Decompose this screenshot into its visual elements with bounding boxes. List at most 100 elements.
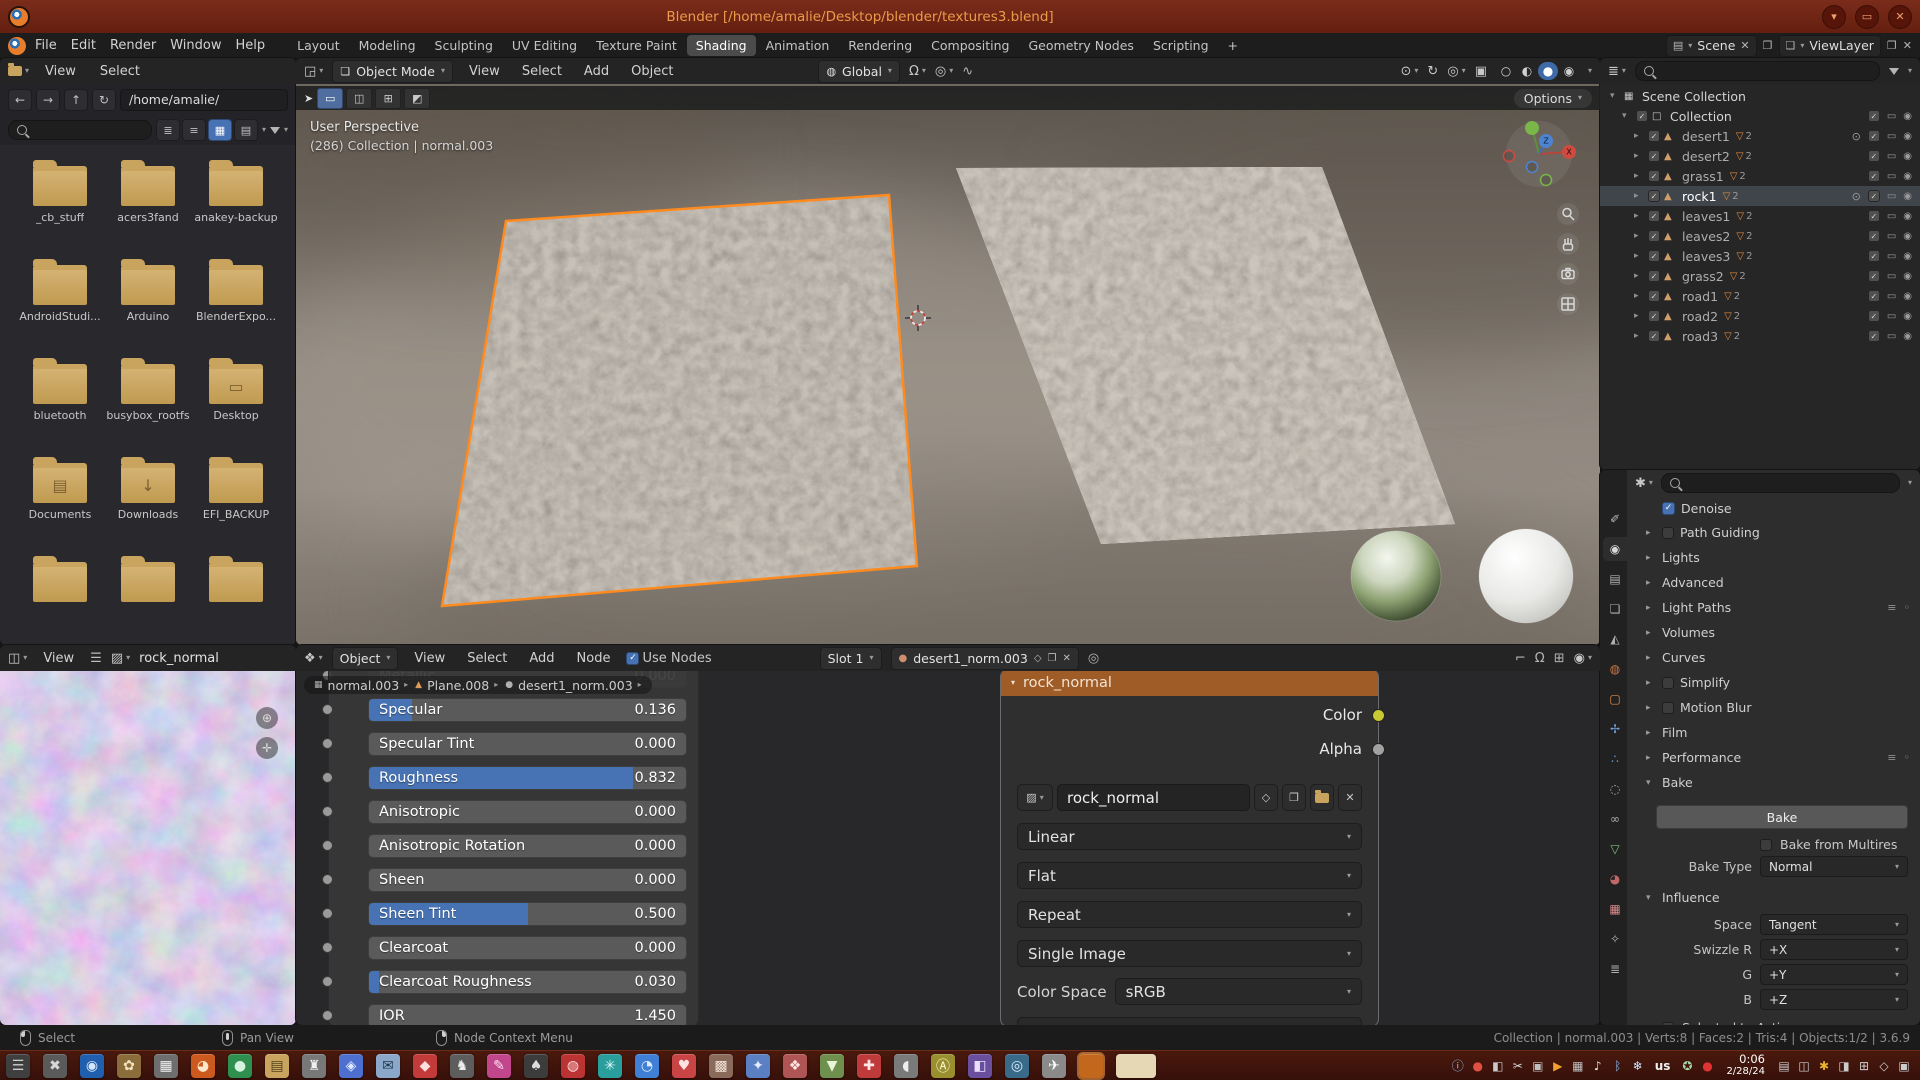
node-dropdown[interactable]: Flat▾ [1017, 862, 1362, 889]
alpha-output-socket[interactable] [1372, 743, 1385, 756]
workspace-tab[interactable]: + [1219, 35, 1247, 56]
nav-button[interactable]: ↻ [92, 89, 116, 111]
node-dropdown[interactable]: Repeat▾ [1017, 901, 1362, 928]
taskbar-app-icon[interactable]: ♠ [524, 1054, 548, 1078]
taskbar-app-icon[interactable]: ◕ [191, 1054, 215, 1078]
menu-item[interactable]: Render [103, 36, 163, 55]
clock[interactable]: 0:06 2/28/24 [1720, 1053, 1771, 1078]
expand-icon[interactable]: ▸ [1634, 171, 1648, 181]
shading-mode-button[interactable]: ◐ [1517, 62, 1537, 80]
tray-icon[interactable]: ● [1468, 1054, 1488, 1078]
bake-multires-checkbox[interactable] [1760, 839, 1772, 851]
properties-tab[interactable]: ∞ [1603, 807, 1627, 831]
properties-section[interactable]: ▸ Lights ≡◦ [1630, 545, 1920, 570]
taskbar-app-icon[interactable]: ◍ [561, 1054, 585, 1078]
menu-item[interactable]: Add [577, 62, 616, 81]
properties-tab[interactable]: ∴ [1603, 747, 1627, 771]
image-browse-button[interactable]: ▨▾ [111, 651, 130, 666]
tray-icon[interactable]: ᛒ [1608, 1054, 1628, 1078]
tray-icon[interactable]: ▣ [1528, 1054, 1548, 1078]
render-disable-icon[interactable]: ◉ [1903, 291, 1912, 302]
menu-item[interactable]: Object [624, 62, 680, 81]
swizzle-dropdown[interactable]: +Z▾ [1760, 989, 1908, 1010]
viewlayer-selector[interactable]: ❏▾ ViewLayer [1779, 35, 1881, 57]
node-input-socket[interactable] [322, 772, 333, 783]
taskbar-app-icon[interactable]: ◎ [1005, 1054, 1029, 1078]
collection-checkbox[interactable]: ✓ [1636, 110, 1648, 122]
outliner-object-row[interactable]: ▸ ✓ ▲ road1 ▽ 2 ⊙ ✓ ▭ ◉ [1600, 286, 1920, 306]
select-checkbox[interactable]: ✓ [1868, 230, 1880, 242]
viewport-disable-icon[interactable]: ▭ [1887, 251, 1896, 262]
folder-item[interactable]: ↓ Downloads [104, 453, 192, 552]
bake-button[interactable]: Bake [1656, 805, 1908, 829]
extras-icon[interactable]: ◦ [1904, 601, 1911, 614]
taskbar-app-icon[interactable]: ▼ [820, 1054, 844, 1078]
normal-map-image[interactable] [0, 671, 296, 1025]
outliner-search-input[interactable] [1635, 61, 1880, 81]
render-disable-icon[interactable]: ◉ [1903, 191, 1912, 202]
image-name-field[interactable]: rock_normal [1057, 784, 1250, 811]
display-mode-button[interactable]: ≣ [156, 119, 180, 141]
node-input-socket[interactable] [322, 738, 333, 749]
section-checkbox[interactable] [1662, 527, 1674, 539]
tray-icon[interactable]: ✪ [1677, 1054, 1697, 1078]
node-header[interactable]: ▾ rock_normal [1001, 670, 1378, 696]
folder-item[interactable]: EFI_BACKUP [192, 453, 280, 552]
tray-icon[interactable]: ✱ [1814, 1054, 1834, 1078]
tray-icon[interactable]: ▶ [1548, 1054, 1568, 1078]
outliner-object-row[interactable]: ▸ ✓ ▲ leaves3 ▽ 2 ⊙ ✓ ▭ ◉ [1600, 246, 1920, 266]
swizzle-dropdown[interactable]: +Y▾ [1760, 964, 1908, 985]
copy-image-button[interactable]: ❐ [1282, 784, 1306, 811]
render-disable-icon[interactable]: ◉ [1903, 151, 1912, 162]
overlays-toggle[interactable]: ◎▾ [1447, 64, 1465, 79]
folder-item[interactable]: Arduino [104, 255, 192, 354]
taskbar-app-icon[interactable]: ✈ [1042, 1054, 1066, 1078]
expand-icon[interactable]: ▸ [1634, 251, 1648, 261]
nav-button[interactable]: → [36, 89, 60, 111]
render-disable-icon[interactable]: ◉ [1903, 111, 1912, 122]
select-checkbox[interactable]: ✓ [1868, 170, 1880, 182]
expand-icon[interactable]: ▸ [1634, 331, 1648, 341]
folder-item[interactable] [16, 552, 104, 645]
viewport-canvas[interactable]: X Z [296, 86, 1600, 645]
taskbar-app-icon[interactable]: ◉ [80, 1054, 104, 1078]
keyboard-layout-indicator[interactable]: us [1651, 1059, 1675, 1073]
folder-item[interactable]: ▭ Desktop [192, 354, 280, 453]
swizzle-dropdown[interactable]: +X▾ [1760, 939, 1908, 960]
menu-item[interactable]: Edit [64, 36, 103, 55]
nav-button[interactable]: ↑ [64, 89, 88, 111]
outliner-object-row[interactable]: ▸ ✓ ▲ road2 ▽ 2 ⊙ ✓ ▭ ◉ [1600, 306, 1920, 326]
view-menu[interactable]: View [36, 649, 81, 668]
properties-tab[interactable]: ✐ [1603, 507, 1627, 531]
scene-collection-row[interactable]: ▾ ▦ Scene Collection [1600, 86, 1920, 106]
taskbar-app-icon[interactable]: ✦ [746, 1054, 770, 1078]
bsdf-slider[interactable]: Clearcoat 0.000 [368, 936, 687, 960]
filter-settings-chevron[interactable]: ▾ [284, 126, 288, 134]
preset-icon[interactable]: ≡ [1887, 601, 1896, 614]
falloff-icon[interactable]: ∿ [962, 64, 973, 79]
node-input-socket[interactable] [322, 942, 333, 953]
xray-toggle[interactable]: ▣ [1475, 64, 1487, 79]
workspace-tab[interactable]: Scripting [1144, 35, 1218, 56]
color-output-socket[interactable] [1372, 709, 1385, 722]
editor-type-button[interactable]: ❖▾ [304, 651, 323, 666]
properties-tab[interactable]: ▦ [1603, 897, 1627, 921]
shading-mode-button[interactable]: ○ [1496, 62, 1516, 80]
bsdf-slider[interactable]: Anisotropic 0.000 [368, 800, 687, 824]
display-mode-button[interactable]: ▦ [208, 119, 232, 141]
shading-mode-button[interactable]: ◉ [1559, 62, 1579, 80]
new-scene-icon[interactable]: ❐ [1763, 39, 1773, 52]
taskbar-app-icon[interactable]: ✉ [376, 1054, 400, 1078]
render-disable-icon[interactable]: ◉ [1903, 271, 1912, 282]
properties-tab[interactable]: ◕ [1603, 867, 1627, 891]
properties-section[interactable]: ▸ Light Paths ≡◦ [1630, 595, 1920, 620]
taskbar-app-icon[interactable]: ✿ [117, 1054, 141, 1078]
path-input[interactable]: /home/amalie/ [120, 89, 288, 111]
properties-section[interactable]: ▸ Volumes ≡◦ [1630, 620, 1920, 645]
gizmos-toggle[interactable]: ↻ [1427, 64, 1438, 79]
active-tool-icon[interactable]: ➤ [304, 92, 313, 105]
select-checkbox[interactable]: ✓ [1868, 210, 1880, 222]
workspace-tab[interactable]: Texture Paint [587, 35, 686, 56]
expand-icon[interactable]: ▸ [1634, 291, 1648, 301]
fake-user-icon[interactable]: ◇ [1034, 653, 1042, 664]
